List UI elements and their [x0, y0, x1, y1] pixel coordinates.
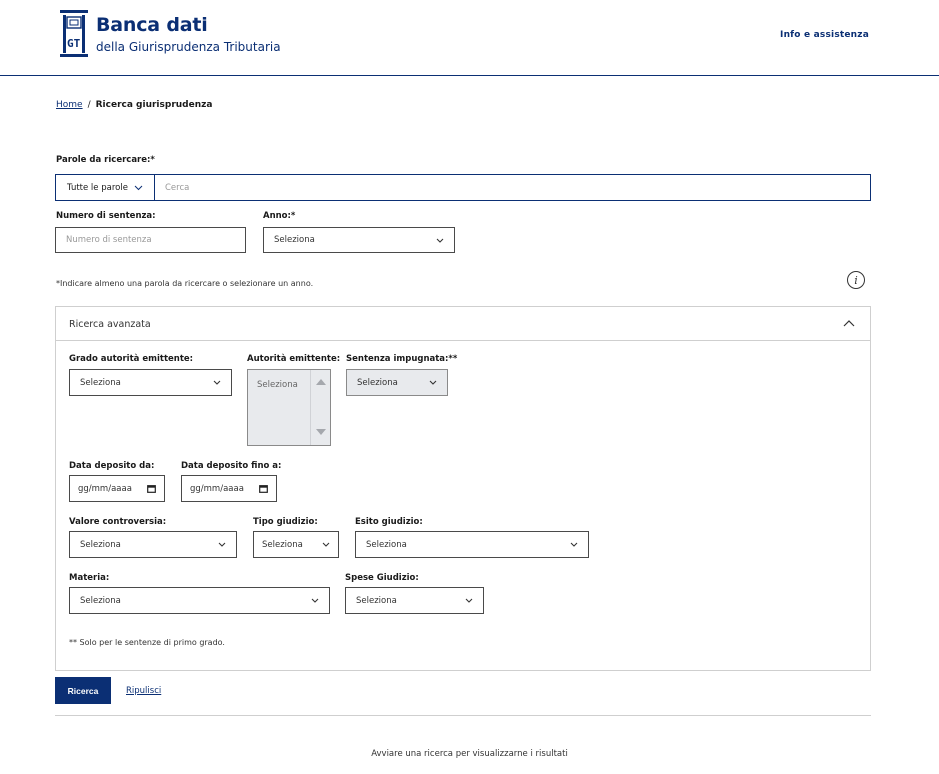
advanced-footnote: ** Solo per le sentenze di primo grado. — [69, 638, 225, 647]
tipo-label: Tipo giudizio: — [253, 517, 318, 527]
search-input[interactable] — [155, 175, 870, 200]
clear-button[interactable]: Ripulisci — [126, 686, 161, 696]
data-da-input[interactable]: gg/mm/aaaa — [69, 475, 165, 502]
info-icon[interactable]: i — [847, 271, 865, 289]
logo[interactable]: GT — [59, 9, 89, 59]
anno-select[interactable]: Seleziona — [263, 227, 455, 253]
sentenza-impugnata-label: Sentenza impugnata:** — [346, 354, 458, 364]
breadcrumb-separator: / — [87, 100, 91, 110]
brand-title: Banca dati — [96, 14, 208, 36]
esito-value: Seleziona — [366, 539, 407, 550]
grado-select[interactable]: Seleziona — [69, 369, 232, 396]
valore-select[interactable]: Seleziona — [69, 531, 237, 558]
materia-select[interactable]: Seleziona — [69, 587, 330, 614]
data-da-label: Data deposito da: — [69, 461, 155, 471]
spese-value: Seleziona — [356, 595, 397, 606]
advanced-search-title: Ricerca avanzata — [69, 319, 151, 330]
numero-sentenza-input[interactable] — [55, 227, 246, 253]
grado-label: Grado autorità emittente: — [69, 354, 194, 364]
chevron-down-icon — [465, 598, 473, 603]
scroll-down-icon — [316, 429, 326, 435]
search-bar: Tutte le parole — [55, 174, 871, 201]
scroll-up-icon — [316, 379, 326, 385]
sentenza-impugnata-value: Seleziona — [357, 377, 398, 388]
breadcrumb: Home / Ricerca giurisprudenza — [56, 100, 212, 110]
chevron-up-icon[interactable] — [842, 317, 856, 331]
search-mode-select[interactable]: Tutte le parole — [56, 175, 155, 200]
chevron-down-icon — [322, 542, 330, 547]
autorita-listbox: Seleziona — [247, 369, 331, 446]
help-link[interactable]: Info e assistenza — [780, 30, 869, 40]
spese-label: Spese Giudizio: — [345, 573, 419, 583]
required-note: *Indicare almeno una parola da ricercare… — [56, 279, 314, 288]
data-a-input[interactable]: gg/mm/aaaa — [181, 475, 277, 502]
results-message: Avviare una ricerca per visualizzarne i … — [371, 749, 568, 759]
chevron-down-icon — [134, 185, 143, 190]
search-button[interactable]: Ricerca — [55, 677, 111, 704]
numero-label: Numero di sentenza: — [56, 211, 156, 221]
tipo-value: Seleziona — [262, 539, 303, 550]
valore-label: Valore controversia: — [69, 517, 167, 527]
advanced-search-header[interactable]: Ricerca avanzata — [56, 307, 870, 341]
breadcrumb-home[interactable]: Home — [56, 100, 83, 110]
autorita-label: Autorità emittente: — [247, 354, 341, 364]
anno-label: Anno:* — [263, 211, 296, 221]
logo-icon: GT — [60, 10, 88, 57]
data-da-value: gg/mm/aaaa — [78, 483, 132, 494]
chevron-down-icon — [436, 238, 444, 243]
esito-label: Esito giudizio: — [355, 517, 423, 527]
chevron-down-icon — [570, 542, 578, 547]
calendar-icon[interactable] — [147, 484, 156, 493]
search-label: Parole da ricercare:* — [56, 155, 155, 165]
materia-label: Materia: — [69, 573, 110, 583]
divider — [55, 715, 871, 716]
chevron-down-icon — [213, 380, 221, 385]
data-a-value: gg/mm/aaaa — [190, 483, 244, 494]
listbox-scrollbar — [310, 370, 330, 445]
site-header: GT Banca dati della Giurisprudenza Tribu… — [0, 0, 939, 76]
search-mode-value: Tutte le parole — [67, 182, 128, 193]
calendar-icon[interactable] — [259, 484, 268, 493]
valore-value: Seleziona — [80, 539, 121, 550]
materia-value: Seleziona — [80, 595, 121, 606]
chevron-down-icon — [311, 598, 319, 603]
autorita-option: Seleziona — [257, 380, 298, 390]
brand-subtitle: della Giurisprudenza Tributaria — [96, 40, 281, 54]
breadcrumb-current: Ricerca giurisprudenza — [95, 100, 213, 110]
esito-select[interactable]: Seleziona — [355, 531, 589, 558]
grado-value: Seleziona — [80, 377, 121, 388]
tipo-select[interactable]: Seleziona — [253, 531, 339, 558]
chevron-down-icon — [218, 542, 226, 547]
sentenza-impugnata-select: Seleziona — [346, 369, 448, 396]
anno-value: Seleziona — [274, 235, 315, 245]
spese-select[interactable]: Seleziona — [345, 587, 484, 614]
svg-text:GT: GT — [67, 37, 81, 50]
chevron-down-icon — [429, 380, 437, 385]
data-a-label: Data deposito fino a: — [181, 461, 282, 471]
